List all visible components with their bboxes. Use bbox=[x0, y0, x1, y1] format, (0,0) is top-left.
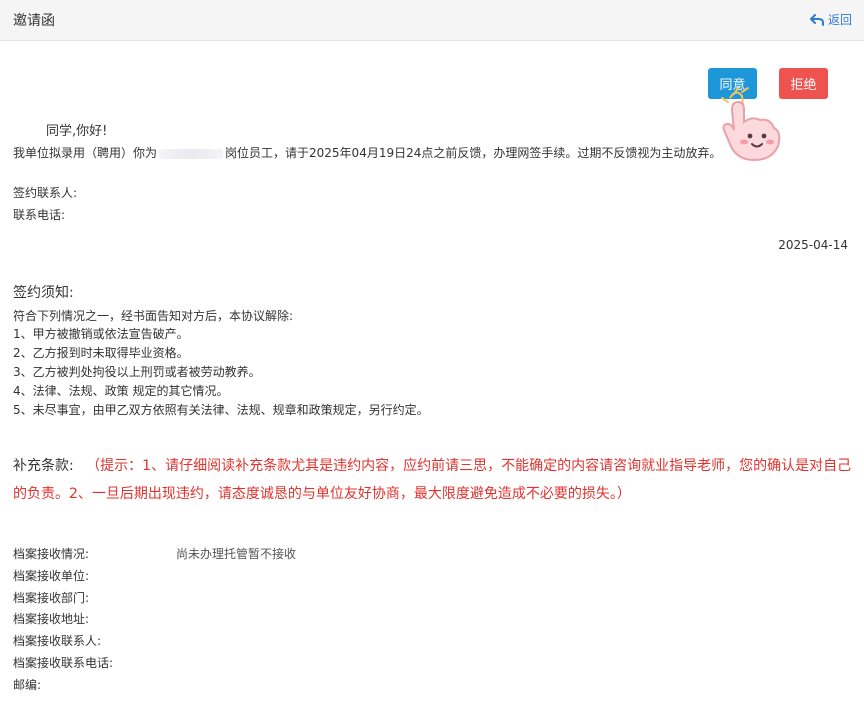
supplement-tip: （提示：1、请仔细阅读补充条款尤其是违约内容，应约前请三思，不能确定的内容请咨询… bbox=[13, 458, 852, 502]
archive-unit-label: 档案接收单位: bbox=[13, 569, 90, 583]
pointing-hand-icon bbox=[721, 87, 781, 162]
offer-text-suffix: 岗位员工，请于2025年04月19日24点之前反馈，办理网签手续。过期不反馈视为… bbox=[225, 146, 722, 160]
back-link[interactable]: 返回 bbox=[809, 11, 852, 28]
notice-title: 签约须知: bbox=[13, 285, 74, 301]
supplement-label: 补充条款: bbox=[13, 458, 74, 474]
contact-phone-label: 联系电话: bbox=[13, 208, 66, 222]
greeting: 同学,你好! bbox=[46, 124, 108, 139]
notice-item: 5、未尽事宜，由甲乙双方依照有关法律、法规、规章和政策规定，另行约定。 bbox=[13, 403, 429, 417]
notice-item: 3、乙方被判处拘役以上刑罚或者被劳动教养。 bbox=[13, 365, 261, 379]
offer-text-prefix: 我单位拟录用（聘用）你为 bbox=[13, 146, 158, 160]
archive-status-label: 档案接收情况: bbox=[13, 547, 90, 561]
top-bar: 邀请函 返回 bbox=[0, 0, 864, 41]
archive-status-value: 尚未办理托管暂不接收 bbox=[176, 547, 297, 561]
notice-item: 1、甲方被撤销或依法宣告破产。 bbox=[13, 327, 189, 341]
notice-item: 4、法律、法规、政策 规定的其它情况。 bbox=[13, 384, 229, 398]
archive-contact-label: 档案接收联系人: bbox=[13, 634, 102, 648]
archive-phone-label: 档案接收联系电话: bbox=[13, 656, 114, 670]
notice-intro: 符合下列情况之一，经书面告知对方后，本协议解除: bbox=[13, 309, 294, 323]
offer-text: 我单位拟录用（聘用）你为 岗位员工，请于2025年04月19日24点之前反馈，办理… bbox=[13, 144, 721, 161]
letter-date: 2025-04-14 bbox=[778, 238, 848, 252]
back-arrow-icon bbox=[809, 13, 824, 26]
archive-dept-label: 档案接收部门: bbox=[13, 591, 90, 605]
page-title: 邀请函 bbox=[13, 13, 55, 29]
contact-person-label: 签约联系人: bbox=[13, 186, 78, 200]
back-label: 返回 bbox=[827, 13, 852, 27]
zip-label: 邮编: bbox=[13, 678, 42, 692]
redacted-position bbox=[159, 148, 224, 159]
supplementary-terms: 补充条款: （提示：1、请仔细阅读补充条款尤其是违约内容，应约前请三思，不能确定… bbox=[13, 452, 853, 508]
notice-item: 2、乙方报到时未取得毕业资格。 bbox=[13, 346, 189, 360]
archive-address-label: 档案接收地址: bbox=[13, 612, 90, 626]
